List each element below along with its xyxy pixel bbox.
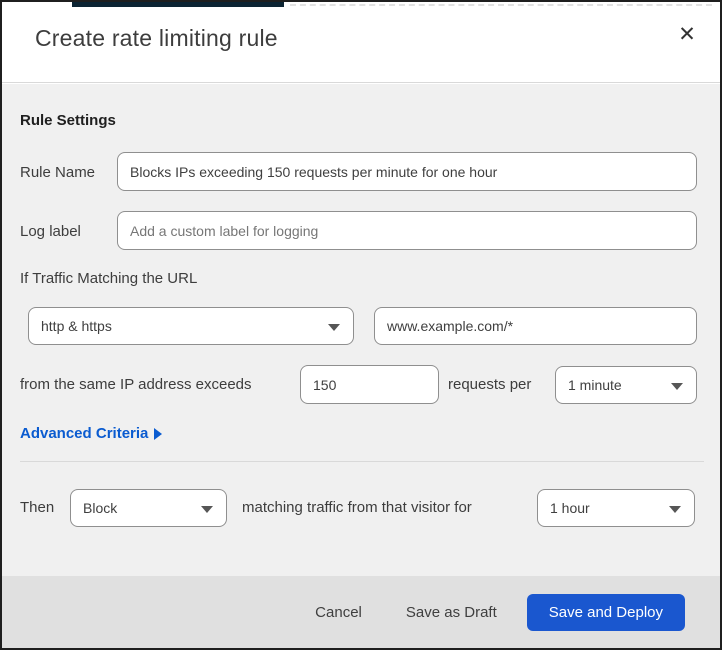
chevron-down-icon [671,383,683,390]
rule-settings-heading: Rule Settings [20,112,116,129]
action-select[interactable]: Block [70,489,227,527]
chevron-down-icon [669,506,681,513]
then-label: Then [20,499,55,516]
modal-body: Rule Settings Rule Name Log label If Tra… [2,84,720,576]
advanced-criteria-link[interactable]: Advanced Criteria [20,425,163,442]
threshold-input[interactable] [300,365,439,404]
traffic-match-intro: If Traffic Matching the URL [20,270,198,287]
save-as-draft-button[interactable]: Save as Draft [406,604,497,621]
threshold-suffix-text: requests per [448,376,532,393]
log-label-input[interactable] [117,211,697,250]
rule-name-label: Rule Name [20,164,96,181]
close-icon[interactable]: ✕ [671,18,703,50]
modal-header: Create rate limiting rule ✕ [2,8,720,83]
cancel-button[interactable]: Cancel [315,604,362,621]
section-divider [20,461,704,462]
period-select[interactable]: 1 minute [555,366,697,404]
save-and-deploy-button[interactable]: Save and Deploy [526,593,685,631]
modal-title: Create rate limiting rule [35,25,278,51]
rule-name-input[interactable] [117,152,697,191]
advanced-criteria-label: Advanced Criteria [20,425,149,442]
threshold-prefix-text: from the same IP address exceeds [20,376,252,393]
duration-select[interactable]: 1 hour [537,489,695,527]
underlying-page-navy-bar [72,2,284,7]
triangle-right-icon [154,427,163,440]
underlying-page-dashes [290,4,712,6]
log-label-label: Log label [20,223,81,240]
chevron-down-icon [201,506,213,513]
scheme-select[interactable]: http & https [28,307,354,345]
url-input[interactable] [374,307,697,345]
dialog-screenshot-frame: Create rate limiting rule ✕ Rule Setting… [0,0,722,650]
action-select-value: Block [83,500,118,516]
modal-footer: Cancel Save as Draft Save and Deploy [2,576,720,648]
duration-select-value: 1 hour [550,500,590,516]
scheme-select-value: http & https [41,318,112,334]
then-middle-text: matching traffic from that visitor for [242,499,472,516]
chevron-down-icon [328,324,340,331]
period-select-value: 1 minute [568,377,622,393]
